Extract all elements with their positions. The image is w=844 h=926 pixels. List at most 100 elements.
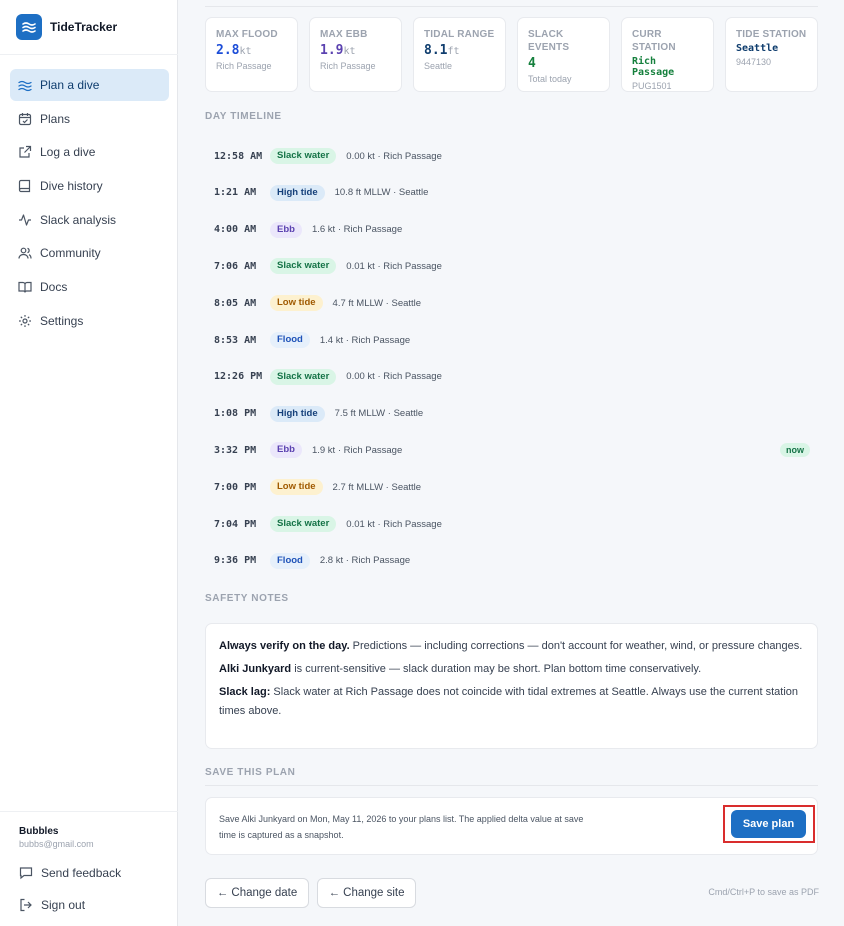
timeline-tag: Flood [270,552,310,569]
timeline-tag: High tide [270,405,325,422]
sidebar-item-label: Settings [40,313,84,328]
stat-number: 8.1 [424,43,448,58]
app-name: TideTracker [50,20,118,34]
stat-sub: PUG1501 [632,81,672,91]
divider [205,785,818,786]
stat-label: TIDE STATION [736,29,807,40]
timeline-tag: Low tide [270,479,323,496]
sidebar-item-docs[interactable]: Docs [10,271,169,303]
timeline-detail: 0.01 kt · Rich Passage [346,518,442,530]
timeline-detail: 0.00 kt · Rich Passage [346,371,442,383]
timeline-detail: 2.7 ft MLLW · Seattle [332,481,422,493]
timeline-row: 1:08 PM High tide 7.5 ft MLLW · Seattle [214,404,810,424]
timeline-detail: 7.5 ft MLLW · Seattle [334,408,424,420]
sidebar-item-log-a-dive[interactable]: Log a dive [10,136,169,168]
timeline-time: 7:00 PM [214,481,257,493]
timeline-detail: 10.8 ft MLLW · Seattle [334,187,429,199]
activity-icon [19,214,31,226]
timeline-tag: Flood [270,332,310,348]
timeline-time: 7:06 AM [214,260,257,272]
save-title: SAVE THIS PLAN [205,767,296,778]
sidebar-nav: Plan a dive Plans Log a dive Dive histor… [10,69,169,339]
sidebar-item-label: Dive history [40,179,103,194]
sidebar-item-label: Plan a dive [40,78,100,92]
stat-unit: kt [343,46,356,57]
sidebar-item-settings[interactable]: Settings [10,305,169,337]
timeline-time: 8:05 AM [214,297,257,309]
timeline-title: DAY TIMELINE [205,111,282,122]
stat-card-slack-events: SLACK EVENTS 4 Total today [517,17,610,92]
stat-card-curr-station: CURR STATION Rich Passage PUG1501 [621,17,714,92]
timeline-tag: Slack water [270,516,337,532]
safety-title: SAFETY NOTES [205,593,289,604]
timeline-row: 12:26 PM Slack water 0.00 kt · Rich Passag… [214,367,810,387]
sidebar-item-label: Slack analysis [40,212,117,227]
sidebar-item-community[interactable]: Community [10,237,169,269]
divider [0,811,178,812]
divider [205,6,818,7]
note-text: Slack water at Rich Passage does not coi… [219,686,799,717]
timeline-tag: Slack water [270,148,337,164]
sidebar-item-slack-analysis[interactable]: Slack analysis [10,204,169,236]
safety-note: Always verify on the day. Predictions — … [219,637,804,656]
stat-card-tide-station: TIDE STATION Seattle 9447130 [725,17,818,92]
timeline-tag: Slack water [270,368,337,385]
users-icon [18,248,32,259]
sidebar-item-plans[interactable]: Plans [10,103,169,135]
user-name: Bubbles [19,826,59,837]
note-bold: Slack lag: [219,686,271,698]
timeline-row: 3:32 PM Ebb 1.9 kt · Rich Passage now [214,440,810,460]
change-site-button[interactable]: ← Change site [317,878,416,908]
stat-number: 4 [528,56,536,71]
send-feedback-label: Send feedback [41,866,122,880]
sign-out-link[interactable]: Sign out [19,898,85,912]
sidebar-item-label: Plans [40,111,71,126]
sign-out-label: Sign out [41,898,86,912]
sign-out-icon [20,898,32,912]
save-plan-button[interactable]: Save plan [731,810,806,838]
note-text: is current-sensitive — slack duration ma… [291,663,702,675]
timeline-time: 12:58 AM [214,150,263,162]
stat-sub: Rich Passage [216,61,272,71]
timeline-detail: 4.7 ft MLLW · Seattle [332,297,422,309]
stat-card-tidal-range: TIDAL RANGE 8.1ft Seattle [413,17,506,92]
stat-unit: kt [239,46,252,57]
timeline-row: 9:36 PM Flood 2.8 kt · Rich Passage [214,551,810,571]
save-description: Save Alki Junkyard on Mon, May 11, 2026 … [219,814,584,840]
send-feedback-link[interactable]: Send feedback [19,866,121,880]
stat-number: 2.8 [216,43,240,58]
stat-value: Rich Passage [632,56,675,78]
timeline-time: 1:21 AM [214,187,257,199]
note-bold: Alki Junkyard [219,663,292,675]
timeline-row: 12:58 AM Slack water 0.00 kt · Rich Passag… [214,146,810,166]
change-date-button[interactable]: ← Change date [205,878,309,908]
sidebar-item-dive-history[interactable]: Dive history [10,170,169,202]
sidebar-item-label: Log a dive [40,145,96,160]
brand[interactable]: TideTracker [16,14,117,40]
stat-sub: Total today [528,74,572,84]
stat-label: SLACK EVENTS [528,29,570,53]
stat-number: 1.9 [320,43,344,58]
book-open-icon [18,282,32,293]
timeline-tag: Slack water [270,258,337,275]
stat-label: TIDAL RANGE [424,29,495,40]
stat-card-max-flood: MAX FLOOD 2.8kt Rich Passage [205,17,298,92]
sidebar: TideTracker Plan a dive Plans Log a dive… [0,0,178,926]
timeline-detail: 1.6 kt · Rich Passage [311,224,403,236]
timeline-detail: 0.00 kt · Rich Passage [346,150,442,162]
timeline-row: 7:04 PM Slack water 0.01 kt · Rich Passage [214,514,810,534]
now-badge: now [780,443,810,458]
stat-label: CURR STATION [632,29,676,53]
sidebar-item-plan-a-dive[interactable]: Plan a dive [10,69,169,101]
stat-sub: 9447130 [736,57,772,67]
timeline-tag: High tide [270,184,325,201]
stat-label: MAX EBB [320,29,368,40]
waves-logo-icon [16,14,42,40]
note-bold: Always verify on the day. [219,640,350,652]
timeline-row: 4:00 AM Ebb 1.6 kt · Rich Passage [214,220,810,240]
sidebar-item-label: Docs [40,280,68,295]
timeline-detail: 2.8 kt · Rich Passage [319,555,411,567]
waves-icon [18,80,32,92]
safety-note: Slack lag: Slack water at Rich Passage d… [219,683,804,720]
timeline-time: 12:26 PM [214,371,263,383]
